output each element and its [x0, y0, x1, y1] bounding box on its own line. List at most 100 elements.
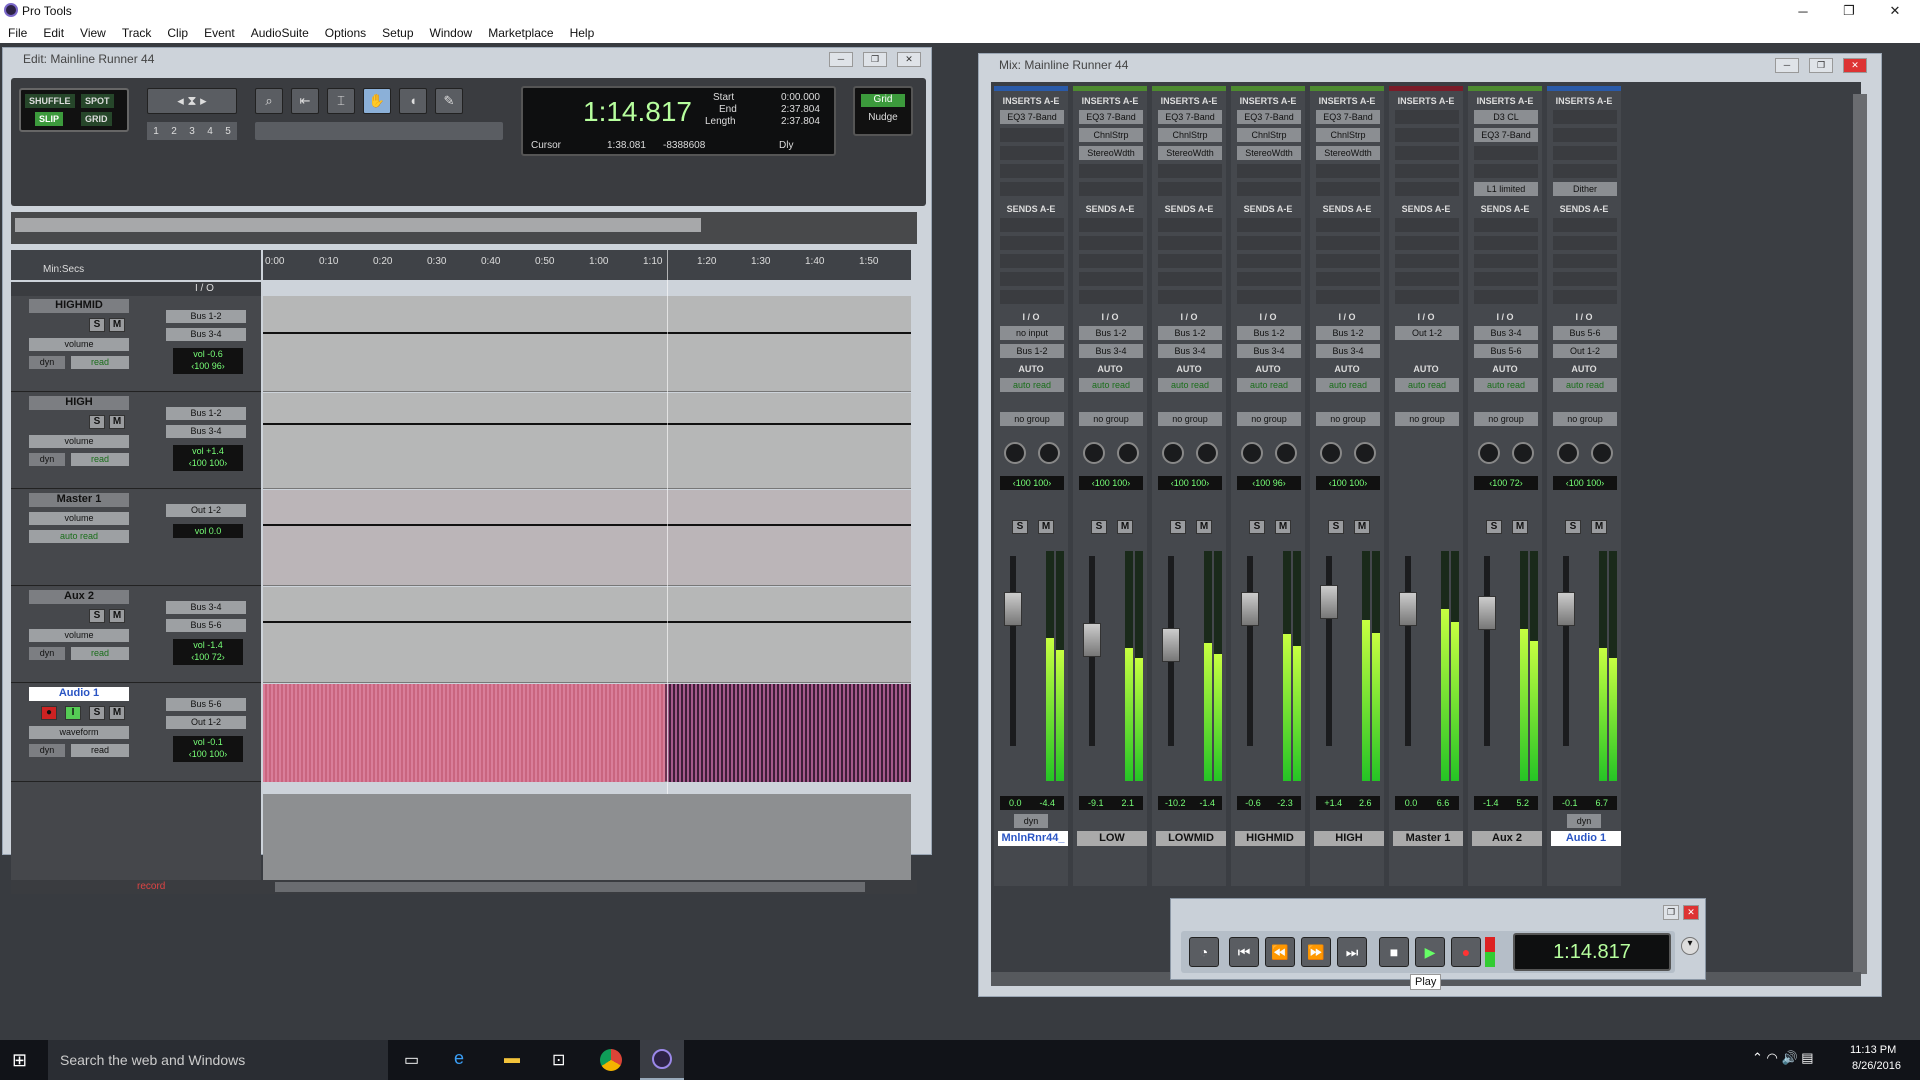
output-selector[interactable]: Bus 1-2	[1000, 344, 1064, 358]
input-selector[interactable]: Bus 1-2	[166, 407, 246, 420]
track-name[interactable]: Audio 1	[29, 687, 129, 701]
insert-slot-empty[interactable]	[1553, 146, 1617, 160]
playhead[interactable]	[667, 250, 668, 794]
mix-maximize-button[interactable]: ❐	[1809, 58, 1833, 73]
pan-knob-left[interactable]	[1557, 442, 1579, 464]
fast-forward-icon[interactable]: ⏩	[1301, 937, 1331, 967]
insert-slot[interactable]: Dither	[1553, 182, 1617, 196]
edit-maximize-button[interactable]: ❐	[863, 52, 887, 67]
track-name[interactable]: HIGHMID	[29, 299, 129, 313]
input-selector[interactable]: Bus 1-2	[1237, 326, 1301, 340]
track-view-selector[interactable]: volume	[29, 629, 129, 642]
clock-time[interactable]: 11:13 PM	[1850, 1044, 1896, 1056]
input-selector[interactable]: Bus 3-4	[1474, 326, 1538, 340]
volume-fader[interactable]	[1478, 596, 1496, 630]
group-selector[interactable]: no group	[1237, 412, 1301, 426]
mute-button[interactable]: M	[109, 706, 125, 720]
volume-fader[interactable]	[1004, 592, 1022, 627]
insert-slot-empty[interactable]	[1395, 128, 1459, 142]
channel-name[interactable]: HIGHMID	[1235, 831, 1305, 846]
pan-knob-right[interactable]	[1196, 442, 1218, 464]
send-slot-empty[interactable]	[1474, 218, 1538, 232]
transport-restore-button[interactable]: ❐	[1663, 905, 1679, 920]
transport-options-icon[interactable]: ▾	[1681, 937, 1699, 955]
automation-mode[interactable]: auto read	[1000, 378, 1064, 392]
edit-minimize-button[interactable]: ─	[829, 52, 853, 67]
send-slot-empty[interactable]	[1158, 254, 1222, 268]
insert-slot-empty[interactable]	[1237, 164, 1301, 178]
send-slot-empty[interactable]	[1158, 236, 1222, 250]
menu-track[interactable]: Track	[114, 26, 160, 40]
send-slot-empty[interactable]	[1237, 272, 1301, 286]
send-slot-empty[interactable]	[1237, 218, 1301, 232]
solo-button[interactable]: S	[1170, 520, 1186, 534]
play-icon[interactable]: ▶	[1415, 937, 1445, 967]
volume-peak-readout[interactable]: 0.0 -4.4	[1000, 796, 1064, 810]
solo-button[interactable]: S	[1012, 520, 1028, 534]
channel-name[interactable]: Audio 1	[1551, 831, 1621, 846]
pan-readout[interactable]: ‹100 100›	[1158, 476, 1222, 490]
input-selector[interactable]: Bus 1-2	[1316, 326, 1380, 340]
pan-readout[interactable]: ‹100 100›	[1553, 476, 1617, 490]
insert-slot[interactable]: EQ3 7-Band	[1000, 110, 1064, 124]
track-lane-highmid[interactable]	[263, 296, 911, 392]
dyn-button[interactable]: dyn	[29, 744, 65, 757]
channel-name[interactable]: HIGH	[1314, 831, 1384, 846]
send-slot-empty[interactable]	[1316, 272, 1380, 286]
insert-slot-empty[interactable]	[1000, 182, 1064, 196]
mute-button[interactable]: M	[1117, 520, 1133, 534]
input-selector[interactable]: Out 1-2	[1395, 326, 1459, 340]
mute-button[interactable]: M	[109, 318, 125, 332]
send-slot-empty[interactable]	[1079, 254, 1143, 268]
solo-button[interactable]: S	[1091, 520, 1107, 534]
send-slot-empty[interactable]	[1474, 236, 1538, 250]
output-selector[interactable]: Bus 5-6	[166, 619, 246, 632]
send-slot-empty[interactable]	[1237, 254, 1301, 268]
output-selector[interactable]: Bus 3-4	[1316, 344, 1380, 358]
output-selector[interactable]: Bus 3-4	[1237, 344, 1301, 358]
insert-slot[interactable]: StereoWdth	[1079, 146, 1143, 160]
automation-mode[interactable]: auto read	[1079, 378, 1143, 392]
track-lane-audio-1[interactable]	[263, 684, 911, 782]
mixer-vertical-scrollbar[interactable]	[1853, 94, 1867, 974]
solo-button[interactable]: S	[1249, 520, 1265, 534]
send-slot-empty[interactable]	[1079, 290, 1143, 304]
track-name[interactable]: Master 1	[29, 493, 129, 507]
end-value[interactable]: 2:37.804	[781, 104, 820, 115]
pan-readout[interactable]: ‹100 100›	[1079, 476, 1143, 490]
volume-automation-line[interactable]	[263, 621, 911, 623]
send-slot-empty[interactable]	[1474, 290, 1538, 304]
insert-slot-empty[interactable]	[1395, 146, 1459, 160]
edge-icon[interactable]: e	[454, 1048, 464, 1069]
transport-close-button[interactable]: ✕	[1683, 905, 1699, 920]
scrubber-tool-icon[interactable]: ◖	[399, 88, 427, 114]
record-enable-button[interactable]: ●	[41, 706, 57, 720]
fader-track[interactable]	[1484, 556, 1490, 746]
mute-button[interactable]: M	[1196, 520, 1212, 534]
automation-mode[interactable]: auto read	[1395, 378, 1459, 392]
output-selector[interactable]: Bus 3-4	[166, 425, 246, 438]
insert-slot[interactable]: EQ3 7-Band	[1316, 110, 1380, 124]
solo-button[interactable]: S	[89, 706, 105, 720]
automation-mode[interactable]: read	[71, 453, 129, 466]
menu-marketplace[interactable]: Marketplace	[480, 26, 561, 40]
edit-option-buttons[interactable]	[255, 122, 503, 140]
shuffle-mode-button[interactable]: SHUFFLE	[25, 94, 75, 108]
group-selector[interactable]: no group	[1000, 412, 1064, 426]
track-lane-master[interactable]	[263, 490, 911, 586]
track-view-selector[interactable]: volume	[29, 512, 129, 525]
pan-knob-right[interactable]	[1512, 442, 1534, 464]
volume-pan-readout[interactable]: vol -0.1 ‹100 100›	[173, 736, 243, 762]
automation-mode[interactable]: auto read	[29, 530, 129, 543]
insert-slot[interactable]: EQ3 7-Band	[1237, 110, 1301, 124]
volume-peak-readout[interactable]: 0.0 6.6	[1395, 796, 1459, 810]
insert-slot[interactable]: ChnlStrp	[1237, 128, 1301, 142]
volume-fader[interactable]	[1320, 584, 1338, 619]
volume-pan-readout[interactable]: vol -0.6 ‹100 96›	[173, 348, 243, 374]
automation-mode[interactable]: auto read	[1553, 378, 1617, 392]
transport-counter[interactable]: 1:14.817	[1513, 933, 1671, 971]
output-selector[interactable]: Bus 3-4	[166, 328, 246, 341]
send-slot-empty[interactable]	[1000, 218, 1064, 232]
insert-slot[interactable]: EQ3 7-Band	[1079, 110, 1143, 124]
insert-slot-empty[interactable]	[1553, 164, 1617, 178]
